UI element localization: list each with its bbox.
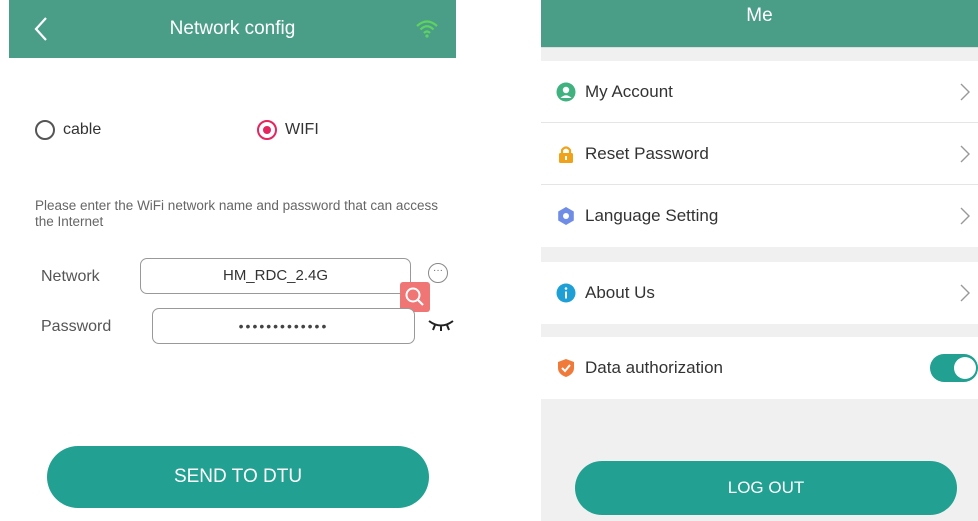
menu-item-label: My Account [585, 81, 673, 101]
header-divider [541, 47, 978, 48]
me-title: Me [746, 5, 773, 26]
chevron-right-icon [960, 207, 970, 225]
chevron-right-icon [960, 83, 970, 100]
user-icon [556, 82, 576, 101]
menu-item-language-setting[interactable]: Language Setting [541, 185, 978, 247]
radio-wifi-circle[interactable] [257, 120, 277, 140]
menu-group-about: About Us [541, 262, 978, 324]
chevron-right-icon [960, 145, 970, 162]
menu-item-reset-password[interactable]: Reset Password [541, 123, 978, 185]
network-input[interactable]: HM_RDC_2.4G [140, 258, 411, 294]
network-label: Network [41, 268, 100, 285]
menu-group-account: My Account Reset Password Language Setti… [541, 61, 978, 247]
wifi-hint-text: Please enter the WiFi network name and p… [35, 198, 438, 229]
connection-type-group: cable WIFI [9, 120, 456, 150]
info-icon [556, 283, 576, 303]
shield-icon [558, 359, 574, 377]
radio-cable[interactable]: cable [35, 120, 101, 140]
radio-wifi[interactable]: WIFI [257, 120, 319, 140]
me-header: Me [541, 0, 978, 48]
me-screen: Me My Account Reset Password Language Se… [541, 0, 978, 521]
radio-cable-label: cable [63, 121, 102, 138]
menu-item-data-authorization: Data authorization [541, 337, 978, 399]
more-icon[interactable]: ··· [428, 263, 448, 283]
menu-item-label: Language Setting [585, 206, 719, 225]
wifi-icon [416, 20, 438, 38]
menu-group-data: Data authorization [541, 337, 978, 399]
menu-item-label: Data authorization [585, 358, 723, 377]
lock-icon [559, 145, 573, 163]
network-config-header: Network config [9, 0, 456, 58]
password-label: Password [41, 318, 112, 335]
menu-item-label: Reset Password [585, 143, 709, 163]
menu-item-label: About Us [585, 283, 655, 302]
logout-button[interactable]: LOG OUT [575, 461, 957, 515]
send-to-dtu-button[interactable]: SEND TO DTU [47, 446, 429, 508]
radio-cable-circle[interactable] [35, 120, 55, 140]
data-authorization-toggle[interactable] [930, 354, 978, 382]
eye-closed-icon[interactable] [427, 318, 455, 332]
menu-item-about-us[interactable]: About Us [541, 262, 978, 324]
chevron-right-icon [960, 284, 970, 302]
password-input[interactable]: ••••••••••••• [152, 308, 415, 344]
radio-wifi-label: WIFI [285, 121, 319, 138]
page-title: Network config [169, 18, 296, 39]
network-config-screen: Network config cable WIFI Please enter t… [9, 0, 456, 521]
menu-item-my-account[interactable]: My Account [541, 61, 978, 123]
gear-icon [558, 207, 574, 225]
